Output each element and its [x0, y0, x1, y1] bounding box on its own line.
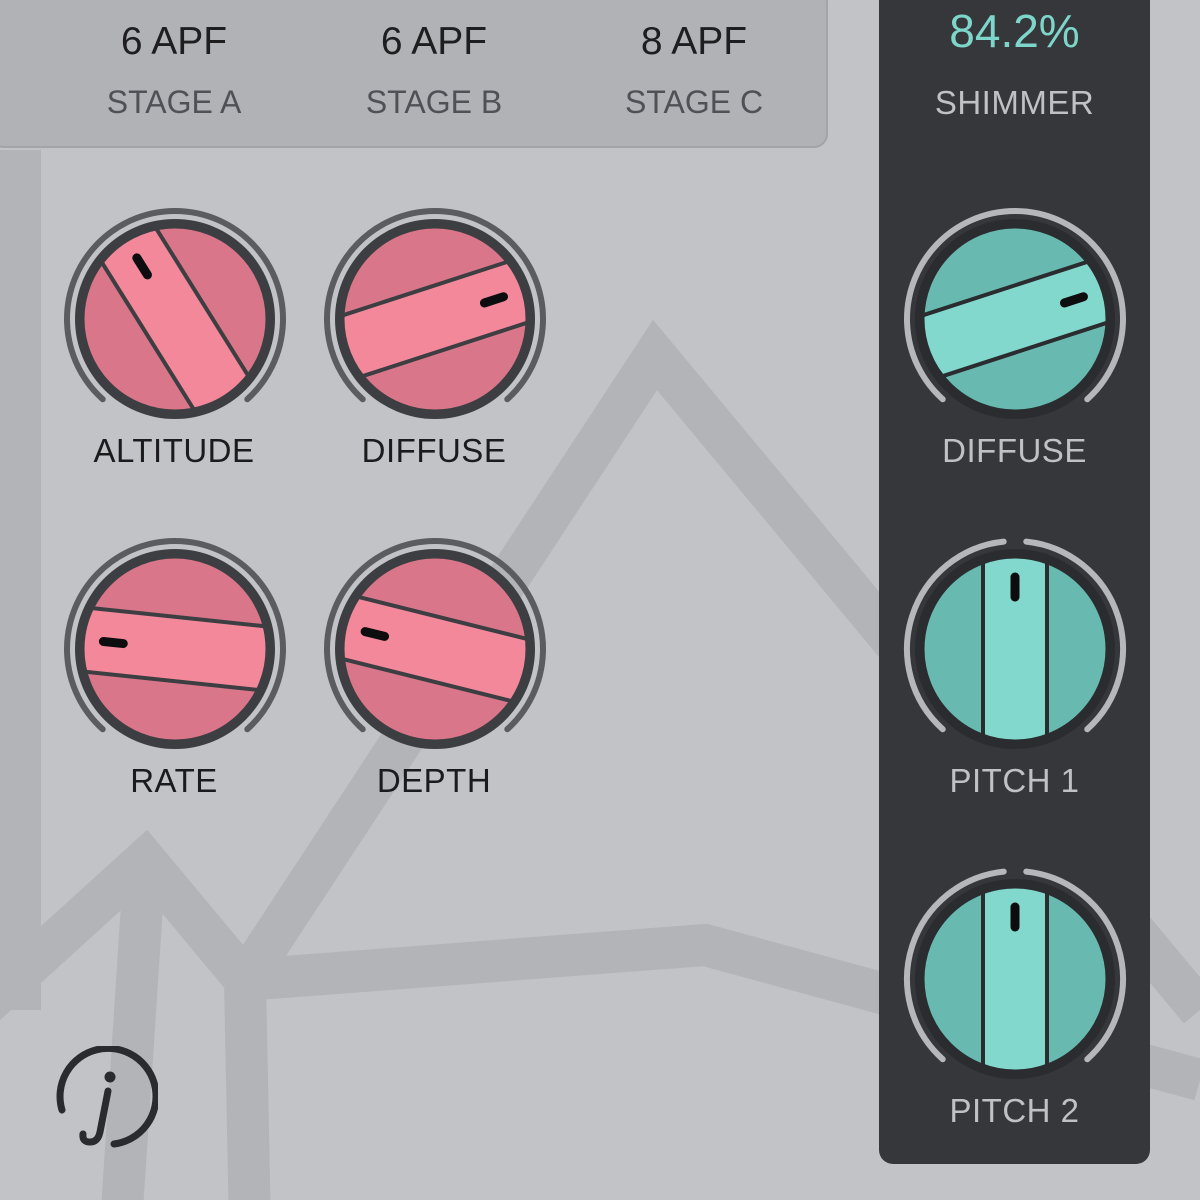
- shimmer-label: SHIMMER: [934, 84, 1095, 121]
- stage-c-label: STAGE C: [624, 84, 764, 120]
- diffuse-knob-face: [320, 204, 550, 434]
- depth-knob[interactable]: [320, 534, 550, 764]
- stage-c-value: 8 APF: [640, 20, 748, 63]
- rate-knob-face: [73, 547, 277, 751]
- shimmer-diffuse-knob[interactable]: [900, 204, 1130, 434]
- diffuse-label: DIFFUSE: [361, 432, 507, 469]
- depth-label: DEPTH: [376, 762, 492, 799]
- pitch-1-knob-grip: [985, 557, 1045, 741]
- pitch-2-knob[interactable]: [900, 864, 1130, 1094]
- altitude-knob[interactable]: [60, 204, 290, 434]
- altitude-label: ALTITUDE: [93, 432, 255, 469]
- rate-label: RATE: [130, 762, 218, 799]
- stage-a-value: 6 APF: [120, 20, 228, 63]
- shimmer-value[interactable]: 84.2%: [879, 4, 1150, 58]
- shimmer-diffuse-label: DIFFUSE: [942, 432, 1087, 469]
- pitch-1-knob-face: [923, 557, 1107, 741]
- rate-knob[interactable]: [60, 534, 290, 764]
- stage-a-label: STAGE A: [106, 84, 242, 120]
- diffuse-knob[interactable]: [320, 204, 550, 434]
- pitch-2-knob-face: [923, 887, 1107, 1071]
- pitch-2-label: PITCH 2: [949, 1092, 1080, 1129]
- depth-knob-face: [323, 537, 547, 761]
- pitch-1-knob[interactable]: [900, 534, 1130, 764]
- diffuse-knob-indicator: [479, 292, 508, 308]
- shimmer-diffuse-knob-indicator: [1059, 292, 1088, 308]
- shimmer-diffuse-knob-face: [900, 204, 1130, 434]
- pitch-1-label: PITCH 1: [949, 762, 1080, 799]
- depth-knob-indicator: [360, 627, 390, 641]
- altitude-knob-face: [60, 204, 290, 434]
- info-icon[interactable]: [48, 1046, 158, 1156]
- pitch-2-knob-grip: [985, 887, 1045, 1071]
- stage-b-value: 6 APF: [380, 20, 488, 63]
- stage-b-label: STAGE B: [365, 84, 503, 120]
- rate-knob-indicator: [98, 636, 128, 649]
